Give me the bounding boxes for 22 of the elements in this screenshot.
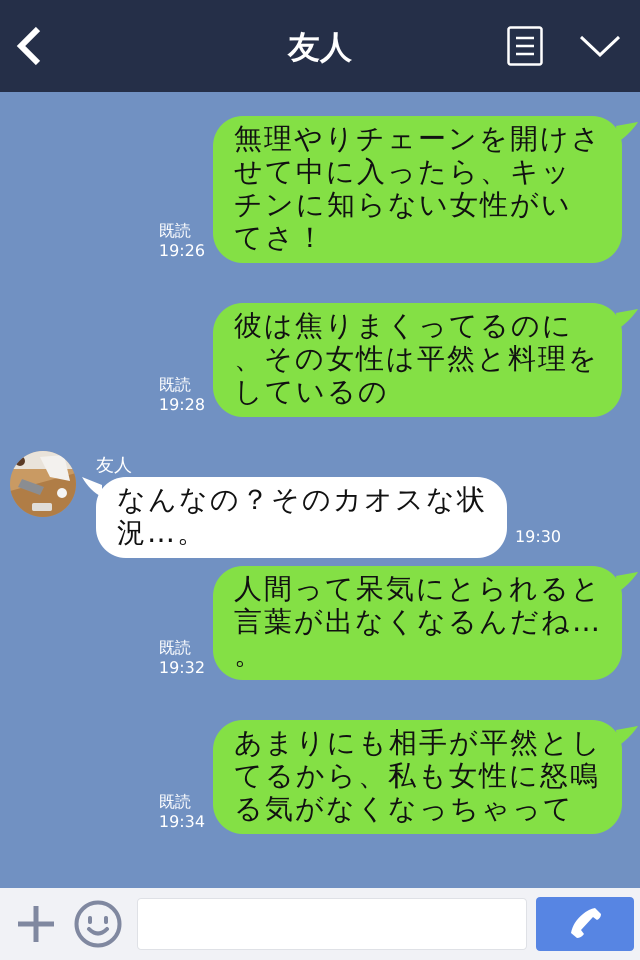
bubble-tail	[616, 122, 638, 142]
plus-icon[interactable]	[16, 904, 56, 944]
menu-icon[interactable]	[507, 26, 543, 66]
chevron-down-icon[interactable]	[579, 35, 621, 57]
read-receipt: 既読	[158, 638, 192, 658]
read-receipt: 既読	[158, 792, 192, 812]
sender-name: 友人	[96, 454, 132, 477]
timestamp: 19:32	[158, 658, 205, 678]
timestamp: 19:28	[158, 395, 205, 415]
timestamp: 19:26	[158, 241, 205, 261]
timestamp: 19:34	[158, 812, 205, 832]
chat-title: 友人	[288, 28, 352, 66]
bubble-tail	[616, 726, 638, 746]
back-icon[interactable]	[14, 26, 42, 66]
call-button[interactable]	[536, 897, 634, 951]
message-input[interactable]	[137, 898, 527, 950]
bubble-tail	[616, 309, 638, 329]
bubble-tail	[616, 572, 638, 592]
read-receipt: 既読	[158, 375, 192, 395]
smiley-icon[interactable]	[74, 900, 122, 948]
read-receipt: 既読	[158, 221, 192, 241]
timestamp: 19:30	[515, 527, 562, 546]
